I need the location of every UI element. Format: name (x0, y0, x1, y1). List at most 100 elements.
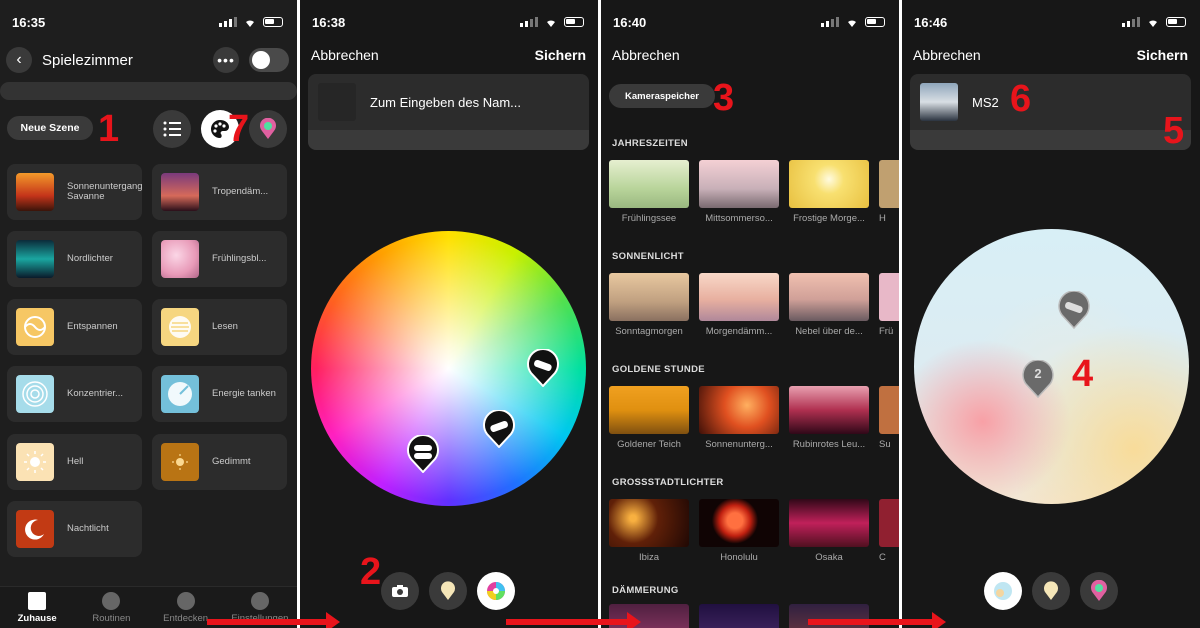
annotation-marker: 3 (713, 77, 735, 119)
gallery-item[interactable]: Goldener Teich (609, 386, 689, 450)
gallery-item[interactable]: Rubinrotes Leu... (789, 386, 869, 450)
scene-card[interactable]: Nordlichter (7, 231, 142, 287)
light-pin-icon[interactable] (1057, 291, 1091, 329)
light-pin-group-icon[interactable] (406, 435, 440, 473)
home-icon (28, 592, 47, 610)
brightness-slider[interactable] (0, 82, 297, 100)
white-pin-icon (441, 581, 455, 600)
scene-thumbnail (161, 240, 199, 278)
scene-image-placeholder[interactable] (318, 83, 356, 121)
gallery-label: Nebel über de... (795, 326, 863, 337)
annotation-marker: 6 (1010, 78, 1032, 120)
color-picker-button[interactable] (249, 110, 287, 148)
photo-mode-button[interactable] (984, 572, 1022, 610)
tab-home[interactable]: Zuhause (0, 587, 74, 628)
scene-card[interactable]: Gedimmt (152, 434, 287, 490)
white-tone-button[interactable] (1032, 572, 1070, 610)
gallery-image (609, 160, 689, 208)
scene-card[interactable]: Frühlingsbl... (152, 231, 287, 287)
color-mode-button[interactable] (1080, 572, 1118, 610)
gallery-item[interactable]: Frü (879, 273, 899, 337)
nav-bar: Abbrechen (612, 47, 887, 67)
color-wheel-icon (487, 582, 505, 600)
gallery-image (609, 273, 689, 321)
gallery-label: Ibiza (638, 552, 660, 563)
status-bar: 16:40 (613, 12, 885, 32)
status-bar: 16:35 (12, 12, 283, 32)
gallery-image (699, 273, 779, 321)
save-button[interactable]: Sichern (1137, 47, 1188, 67)
camera-button[interactable] (381, 572, 419, 610)
room-title: Spielezimmer (42, 51, 133, 69)
room-power-toggle[interactable] (249, 48, 289, 72)
scene-thumbnail (16, 308, 54, 346)
scene-name-card: MS2 (910, 74, 1191, 130)
back-button[interactable]: ‹ (6, 47, 32, 73)
wifi-icon (246, 20, 254, 27)
scene-thumbnail (161, 375, 199, 413)
status-time: 16:38 (312, 14, 346, 30)
scene-card[interactable]: Sonnenuntergang Savanne (7, 164, 143, 220)
brightness-slider[interactable] (910, 130, 1191, 150)
gallery-item[interactable]: H (879, 160, 899, 224)
gallery-item[interactable]: Sonntagmorgen (609, 273, 689, 337)
gallery-image (609, 499, 689, 547)
battery-icon (1166, 17, 1186, 27)
gallery-image (879, 273, 899, 321)
annotation-arrow (506, 612, 641, 628)
scene-card[interactable]: Hell (7, 434, 142, 490)
scene-card[interactable]: Entspannen (7, 299, 142, 355)
scene-card[interactable]: Konzentrier... (7, 366, 142, 422)
tab-routines[interactable]: Routinen (74, 587, 148, 628)
scene-name-input[interactable]: MS2 (972, 95, 999, 110)
scene-photo-thumbnail[interactable] (920, 83, 958, 121)
gallery-item[interactable]: Ibiza (609, 499, 689, 563)
screen-room-scenes: 16:35 ‹ Spielezimmer ••• Neue Szene Sonn… (0, 0, 297, 628)
gallery-item[interactable]: Morgendämm... (699, 273, 779, 337)
gallery-item[interactable]: Sonnenunterg... (699, 386, 779, 450)
gallery-image (789, 273, 869, 321)
light-pin-icon[interactable] (526, 349, 560, 387)
more-options-button[interactable]: ••• (213, 47, 239, 73)
scene-card[interactable]: Energie tanken (152, 366, 287, 422)
tab-home-label: Zuhause (17, 613, 57, 624)
gallery-item[interactable]: Mittsommerso... (699, 160, 779, 224)
scene-label: Tropendäm... (212, 186, 269, 197)
camera-roll-button[interactable]: Kameraspeicher (609, 84, 715, 108)
gallery-item[interactable]: C (879, 499, 899, 563)
save-button[interactable]: Sichern (535, 47, 586, 67)
cancel-button[interactable]: Abbrechen (311, 47, 379, 67)
gallery-item[interactable]: Nebel über de... (789, 273, 869, 337)
gallery-label: Su (879, 439, 891, 450)
scene-card[interactable]: Lesen (152, 299, 287, 355)
list-view-button[interactable] (153, 110, 191, 148)
gear-icon (250, 592, 269, 610)
scene-card[interactable]: Nachtlicht (7, 501, 142, 557)
light-pin-icon[interactable] (482, 410, 516, 448)
gallery-item[interactable]: Frostige Morge... (789, 160, 869, 224)
read-icon (169, 316, 191, 338)
cancel-button[interactable]: Abbrechen (612, 47, 680, 67)
brightness-slider[interactable] (308, 130, 589, 150)
gallery-item[interactable]: Osaka (789, 499, 869, 563)
signal-icon (1122, 17, 1140, 27)
color-mode-button[interactable] (477, 572, 515, 610)
gallery-label: C (879, 552, 886, 563)
scene-label: Entspannen (67, 321, 118, 332)
camera-icon (392, 585, 408, 597)
gallery-image (609, 386, 689, 434)
gallery-item[interactable]: Su (879, 386, 899, 450)
scene-name-input[interactable]: Zum Eingeben des Nam... (370, 95, 521, 110)
cancel-button[interactable]: Abbrechen (913, 47, 981, 67)
new-scene-button[interactable]: Neue Szene (7, 116, 93, 140)
gallery-item[interactable]: Honolulu (699, 499, 779, 563)
pin-count-label: 2 (1034, 366, 1042, 381)
scene-name-card: Zum Eingeben des Nam... (308, 74, 589, 130)
scene-label: Konzentrier... (67, 388, 123, 399)
annotation-marker: 7 (228, 108, 250, 150)
white-tone-button[interactable] (429, 572, 467, 610)
gallery-item[interactable]: Frühlingssee (609, 160, 689, 224)
scene-card[interactable]: Tropendäm... (152, 164, 287, 220)
annotation-marker: 1 (98, 108, 120, 150)
gallery-item[interactable] (699, 604, 779, 628)
